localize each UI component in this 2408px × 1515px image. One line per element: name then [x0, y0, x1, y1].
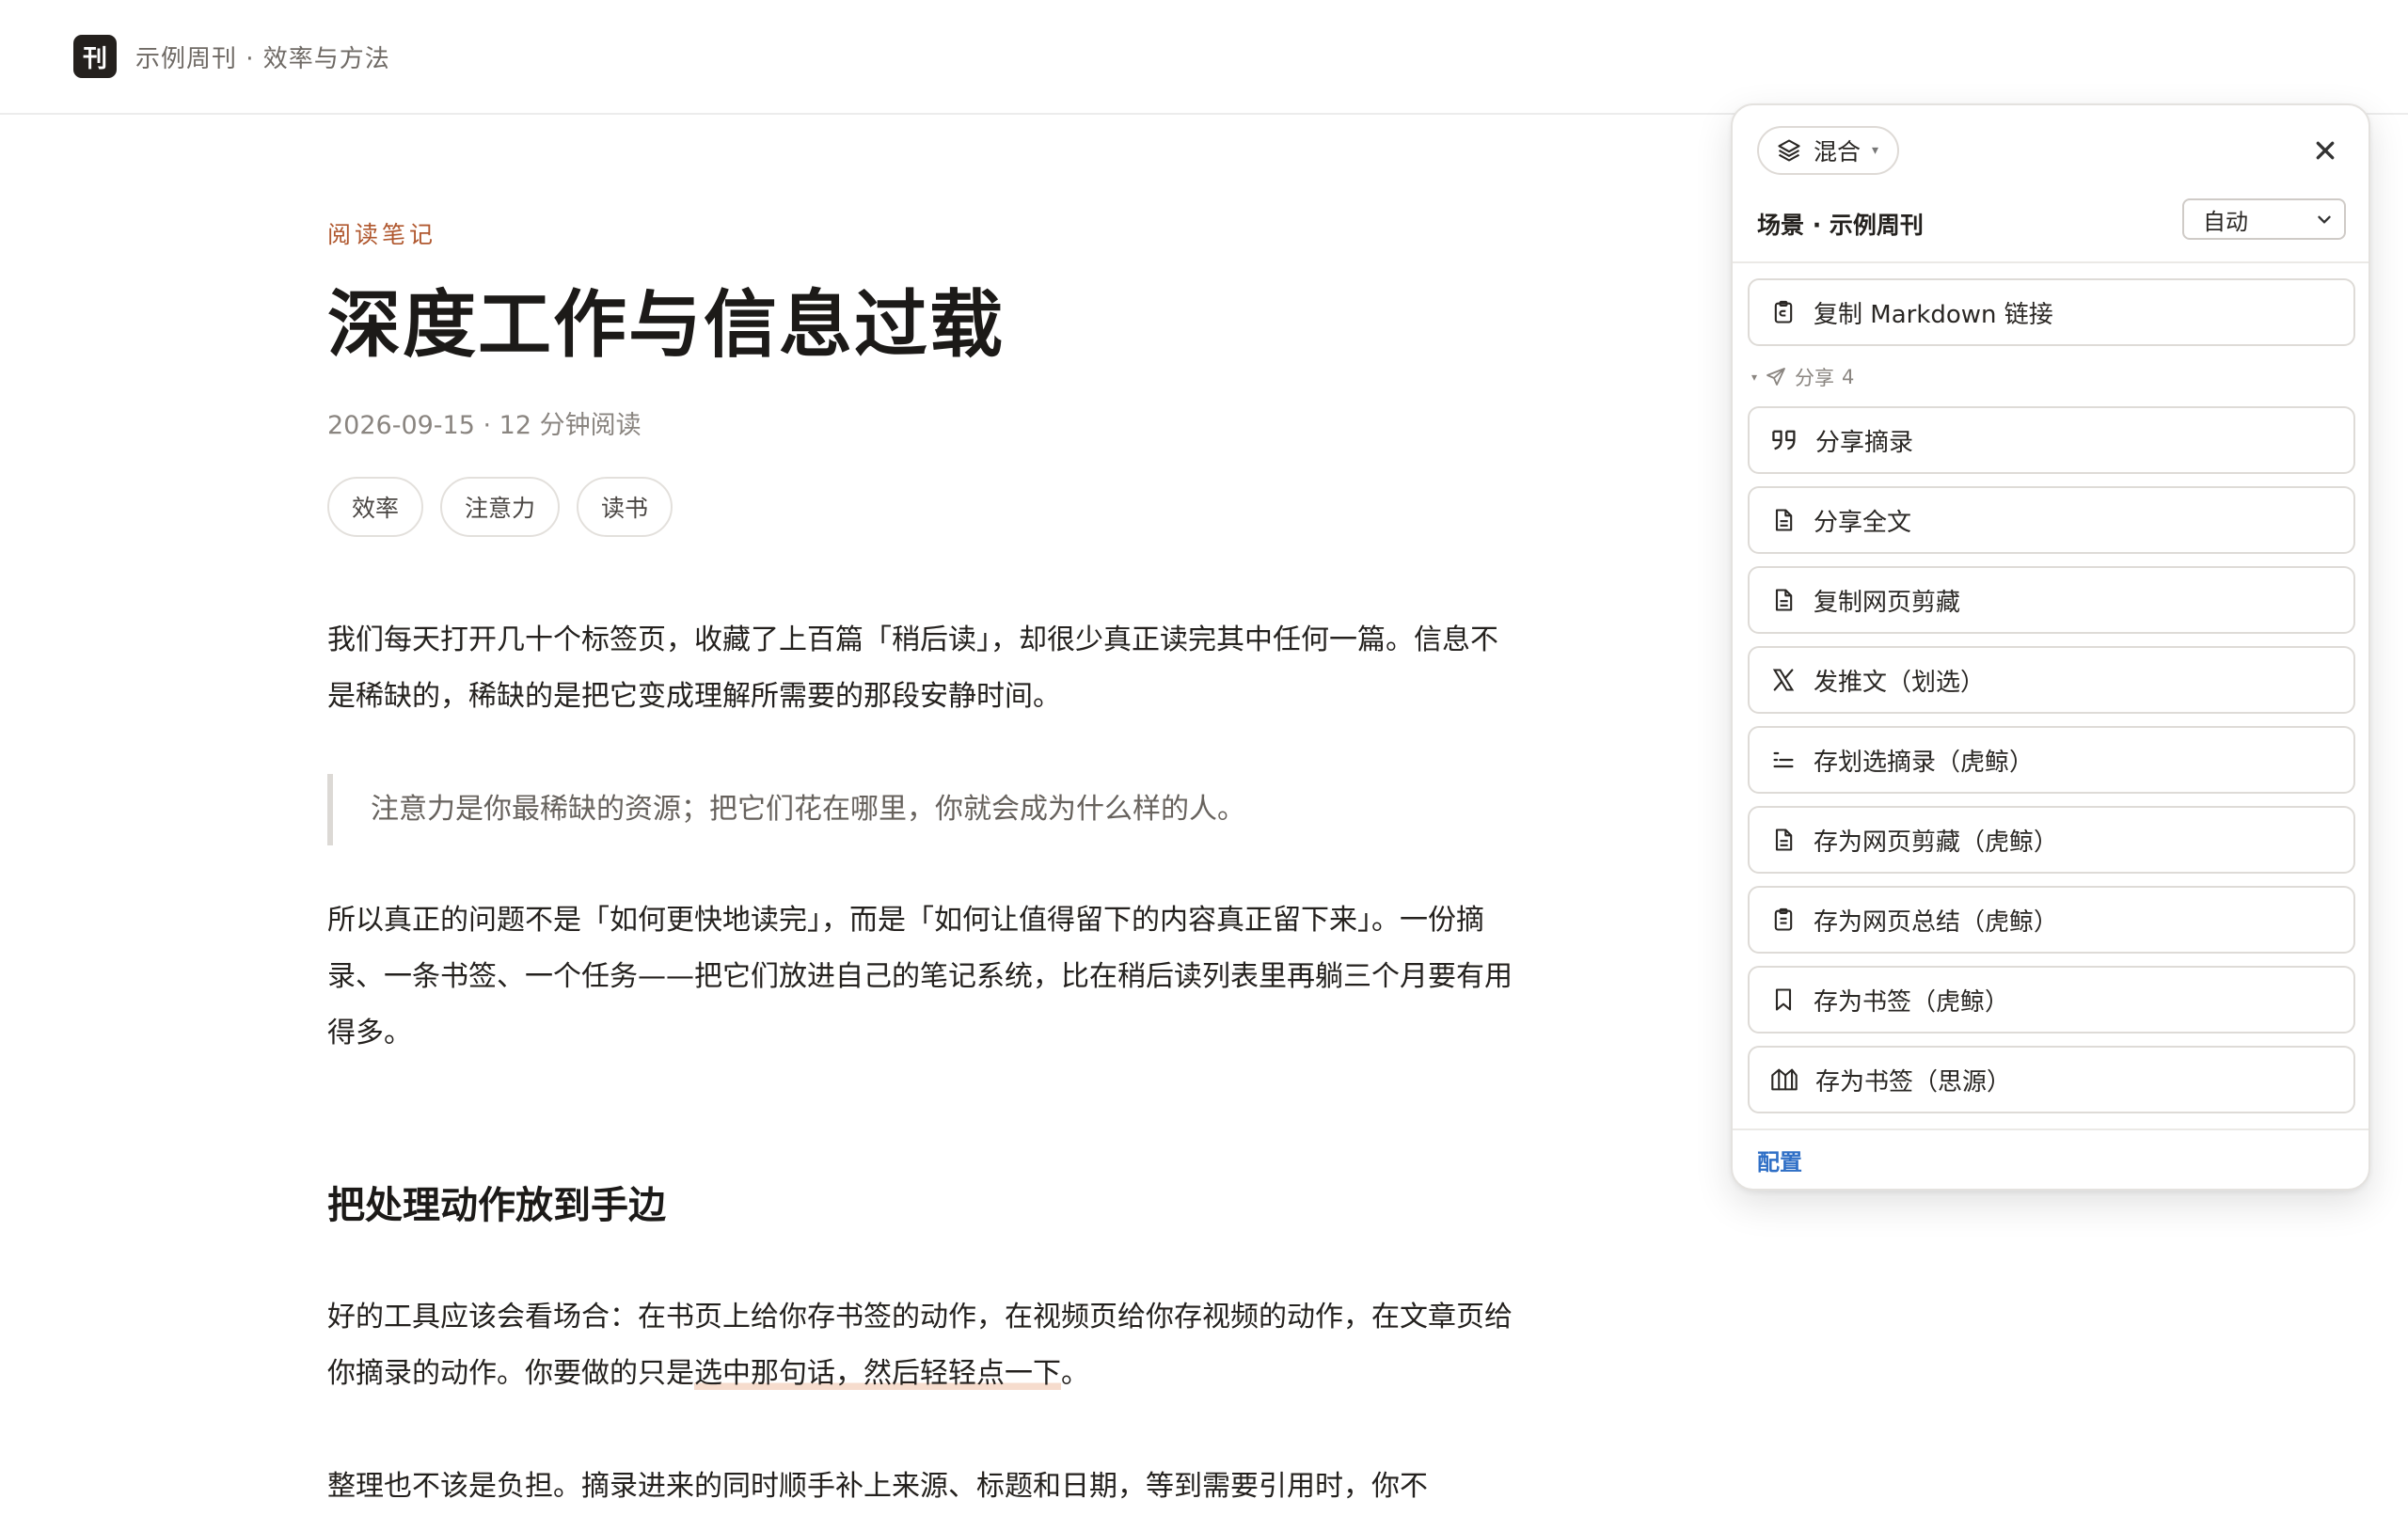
document-icon	[1775, 589, 1793, 611]
send-icon	[1766, 368, 1785, 386]
article-title: 深度工作与信息过载	[327, 283, 1006, 368]
scene-label: 场景 · 示例周刊	[1757, 212, 1924, 239]
paragraph: 我们每天打开几十个标签页，收藏了上百篇「稍后读」，却很少真正读完其中任何一篇。信…	[327, 623, 1498, 713]
share-section-header[interactable]: ▾ 分享 4	[1751, 363, 1854, 391]
action-label: 存为网页剪藏（虎鲸）	[1814, 828, 2059, 857]
config-link[interactable]: 配置	[1757, 1144, 1802, 1176]
action-item[interactable]: 存为书签（虎鲸）	[1748, 966, 2355, 1034]
action-item[interactable]: 存为网页剪藏（虎鲸）	[1748, 806, 2355, 874]
section-heading: 把处理动作放到手边	[327, 1183, 666, 1227]
tag-chip[interactable]: 读书	[577, 476, 673, 537]
siyuan-logo-icon	[1771, 1068, 1798, 1091]
close-icon	[2316, 141, 2335, 160]
share-section-count: 4	[1842, 366, 1855, 388]
share-section-label: 分享	[1795, 367, 1835, 389]
action-label: 分享全文	[1814, 508, 1912, 537]
document-icon	[1775, 509, 1793, 531]
document-icon	[1775, 829, 1793, 851]
quote-icon	[1772, 430, 1796, 450]
copy-markdown-link-button[interactable]: 复制 Markdown 链接	[1748, 278, 2355, 346]
action-label: 分享摘录	[1815, 428, 1914, 457]
tag-chip[interactable]: 注意力	[440, 476, 561, 537]
paragraph-text: 。	[1061, 1356, 1089, 1390]
divider	[1733, 261, 2368, 263]
text-selection-highlight[interactable]: 选中那句话，然后轻轻点一下	[694, 1356, 1061, 1390]
action-label: 复制网页剪藏	[1814, 588, 1961, 617]
chevron-down-icon	[2318, 215, 2331, 224]
action-popup-panel: 混合 ▾ 场景 · 示例周刊 自动 复制 Markdown 链接 ▾ 分享 4 …	[1731, 103, 2370, 1191]
scene-select[interactable]: 自动	[2182, 198, 2346, 240]
action-item[interactable]: 复制网页剪藏	[1748, 566, 2355, 634]
action-item[interactable]: 分享摘录	[1748, 406, 2355, 474]
action-item[interactable]: 分享全文	[1748, 486, 2355, 554]
clipboard-link-icon	[1774, 300, 1793, 324]
action-label: 存划选摘录（虎鲸）	[1814, 748, 2035, 777]
paragraph: 整理也不该是负担。摘录进来的同时顺手补上来源、标题和日期，等到需要引用时，你不	[327, 1469, 1428, 1503]
mode-switch-button[interactable]: 混合 ▾	[1757, 126, 1900, 175]
action-label: 存为网页总结（虎鲸）	[1814, 907, 2059, 937]
action-label: 复制 Markdown 链接	[1814, 300, 2053, 329]
bookmark-icon	[1775, 988, 1792, 1011]
close-button[interactable]	[2306, 132, 2344, 169]
site-header: 刊 示例周刊 · 效率与方法	[0, 0, 2408, 115]
action-item[interactable]: 存为书签（思源）	[1748, 1046, 2355, 1113]
divider	[1733, 1128, 2368, 1130]
article-category[interactable]: 阅读笔记	[327, 216, 1522, 250]
action-label: 存为书签（虎鲸）	[1814, 987, 2010, 1017]
list-icon	[1773, 751, 1794, 768]
article-meta: 2026-09-15 · 12 分钟阅读	[327, 410, 642, 440]
tag-chip[interactable]: 效率	[327, 476, 424, 537]
action-item[interactable]: 存为网页总结（虎鲸）	[1748, 886, 2355, 954]
action-label: 存为书签（思源）	[1815, 1067, 2012, 1097]
caret-down-icon: ▾	[1872, 143, 1879, 158]
mode-label: 混合	[1814, 138, 1861, 166]
action-item[interactable]: 存划选摘录（虎鲸）	[1748, 726, 2355, 794]
site-logo[interactable]: 刊	[73, 35, 117, 78]
collapse-triangle-icon: ▾	[1751, 371, 1758, 384]
clipboard-icon	[1774, 907, 1793, 931]
tag-list: 效率 注意力 读书	[327, 476, 1522, 537]
site-title[interactable]: 示例周刊 · 效率与方法	[135, 39, 390, 74]
article: 阅读笔记 深度工作与信息过载 2026-09-15 · 12 分钟阅读 效率 注…	[327, 216, 1522, 1515]
paragraph: 好的工具应该会看场合：在书页上给你存书签的动作，在视频页给你存视频的动作，在文章…	[327, 1289, 1522, 1402]
action-label: 发推文（划选）	[1814, 668, 1986, 697]
action-item[interactable]: 发推文（划选）	[1748, 646, 2355, 714]
x-logo-icon	[1772, 669, 1795, 691]
layers-icon	[1778, 139, 1800, 162]
paragraph: 所以真正的问题不是「如何更快地读完」，而是「如何让值得留下的内容真正留下来」。一…	[327, 903, 1513, 1049]
scene-select-value: 自动	[2203, 208, 2248, 235]
blockquote: 注意力是你最稀缺的资源；把它们花在哪里，你就会成为什么样的人。	[327, 773, 1522, 845]
